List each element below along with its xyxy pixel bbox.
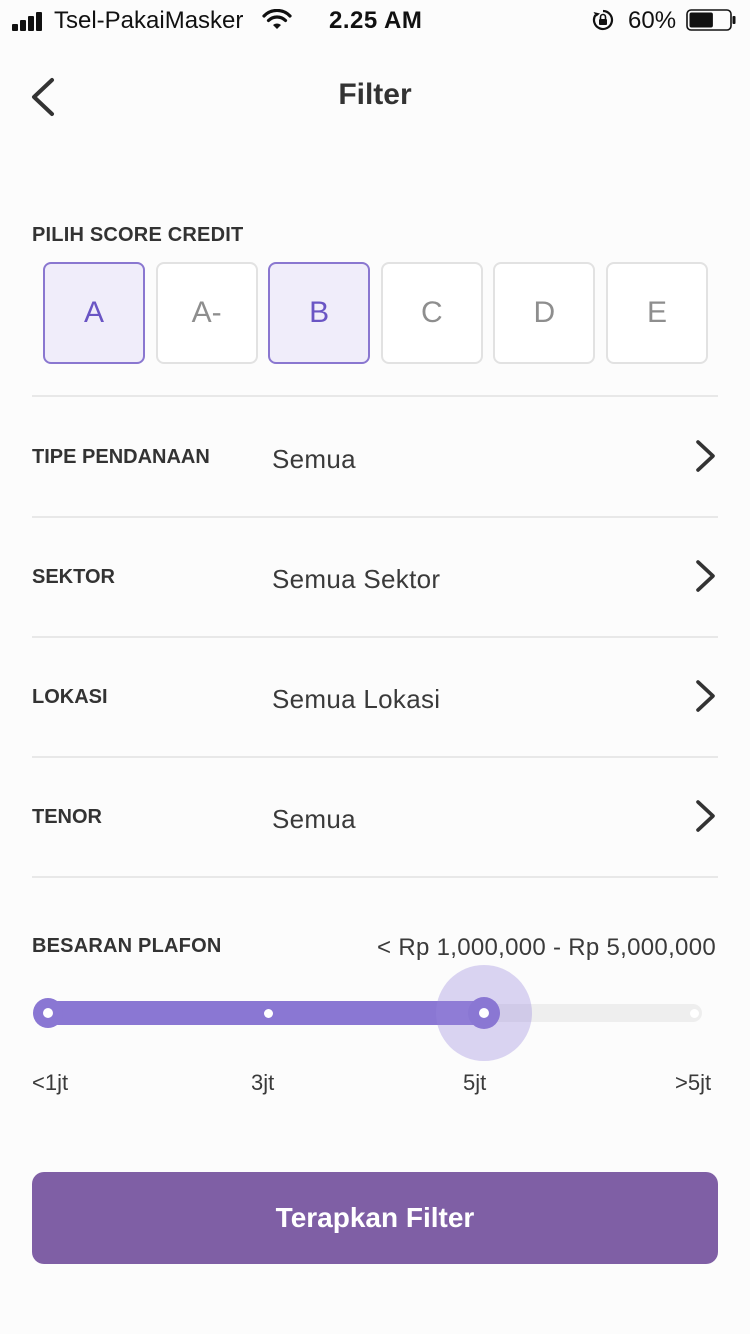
filter-value: Semua Lokasi [272,684,441,714]
grade-button-d[interactable]: D [493,262,596,364]
plafon-range-slider[interactable] [32,965,718,1061]
slider-stop-label: 5jt [463,1070,487,1095]
slider-stop-label: <1jt [32,1070,69,1095]
apply-filter-button[interactable]: Terapkan Filter [32,1172,718,1264]
chevron-right-icon [696,440,715,472]
filter-row-tipe-pendanaan[interactable]: TIPE PENDANAAN Semua [32,398,718,516]
slider-stop-label: >5jt [675,1070,712,1095]
slider-stop-marker [263,1009,273,1018]
grade-button-b[interactable]: B [268,262,371,364]
chevron-right-icon [696,560,715,592]
page-title: Filter [338,78,412,111]
chevron-right-icon [696,800,715,832]
plafon-label: BESARAN PLAFON [32,935,222,957]
filter-label: SEKTOR [32,566,115,588]
grade-button-c[interactable]: C [380,262,483,364]
slider-min-handle[interactable] [33,998,63,1028]
grade-button-a[interactable]: A [43,262,145,364]
divider [32,395,718,397]
filter-row-tenor[interactable]: TENOR Semua [32,758,718,876]
grade-button-a-minus[interactable]: A- [155,262,258,364]
slider-max-handle[interactable] [468,997,500,1029]
credit-score-grades: A A- B C D E [43,262,708,364]
slider-stop-marker [689,1009,699,1018]
credit-score-label: PILIH SCORE CREDIT [32,224,244,246]
filter-label: TIPE PENDANAAN [32,446,210,468]
plafon-range-text: < Rp 1,000,000 - Rp 5,000,000 [377,934,716,961]
rotation-lock-icon [592,9,614,31]
battery-icon [686,9,736,31]
slider-stop-label: 3jt [251,1070,275,1095]
battery-percent: 60% [628,7,677,34]
divider [32,876,718,878]
carrier-name: Tsel-PakaiMasker [54,7,244,34]
chevron-right-icon [696,680,715,712]
filter-value: Semua Sektor [272,564,441,594]
cellular-signal-icon [12,11,46,31]
wifi-icon [262,9,292,29]
filter-value: Semua [272,804,356,834]
status-time: 2.25 AM [329,7,423,34]
filter-row-lokasi[interactable]: LOKASI Semua Lokasi [32,638,718,756]
status-bar: Tsel-PakaiMasker 2.25 AM 60% [0,0,750,40]
filter-row-sektor[interactable]: SEKTOR Semua Sektor [32,518,718,636]
filter-value: Semua [272,444,356,474]
grade-button-e[interactable]: E [606,262,708,364]
filter-label: TENOR [32,806,102,828]
filter-label: LOKASI [32,686,108,708]
